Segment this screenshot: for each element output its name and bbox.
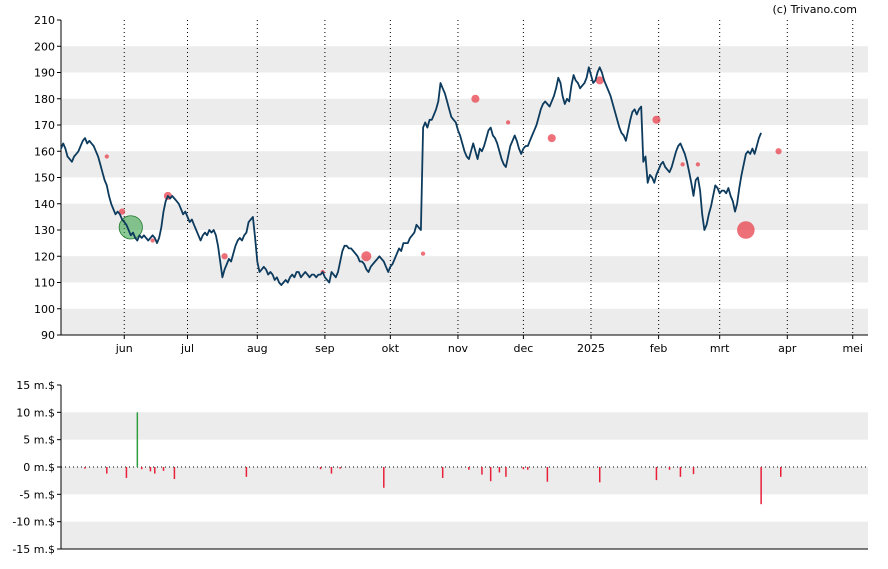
volume-grid-bands <box>61 412 868 549</box>
price-band <box>61 98 868 125</box>
price-band <box>61 308 868 335</box>
volume-bar-negative <box>655 467 658 481</box>
sell-marker <box>695 162 701 167</box>
sell-marker <box>150 238 155 243</box>
price-x-tick-label: sep <box>315 342 334 355</box>
sell-marker <box>547 134 556 143</box>
price-x-tick-label: mei <box>842 342 863 355</box>
sell-marker <box>471 94 480 103</box>
volume-bar-negative <box>441 467 444 478</box>
price-x-axis: jun jul aug sep okt nov dec 2025 feb mrt apr mei <box>115 335 863 355</box>
volume-y-tick-label: -5 m.$ <box>19 488 55 501</box>
volume-y-tick-label: -10 m.$ <box>12 516 55 529</box>
volume-bar-negative <box>162 467 165 471</box>
volume-bar-negative <box>598 467 601 483</box>
volume-bar-negative <box>149 467 152 472</box>
volume-bar-negative <box>106 467 108 474</box>
price-x-tick-label: 2025 <box>577 342 605 355</box>
sell-marker <box>361 251 372 262</box>
volume-bar-negative <box>383 467 385 488</box>
volume-bar-negative <box>668 467 671 470</box>
sell-marker <box>420 251 426 256</box>
price-grid-bands <box>61 46 868 335</box>
price-y-tick-label: 150 <box>34 172 55 185</box>
price-x-tick-label: feb <box>650 342 668 355</box>
volume-bar-positive <box>136 412 139 467</box>
sell-marker <box>221 253 228 260</box>
volume-y-tick-label: -15 m.$ <box>12 543 55 556</box>
volume-bar-negative <box>84 467 86 469</box>
volume-bar-negative <box>527 467 529 470</box>
volume-y-axis: 15 m.$ 10 m.$ 5 m.$ 0 m.$ -5 m.$ -10 m.$ -15 m… <box>12 379 61 556</box>
volume-bar-negative <box>780 467 782 477</box>
volume-y-tick-label: 5 m.$ <box>23 434 55 447</box>
price-y-tick-label: 100 <box>34 303 55 316</box>
volume-band <box>61 412 868 440</box>
volume-bar-negative <box>505 467 507 477</box>
volume-y-tick-label: 15 m.$ <box>16 379 55 392</box>
volume-bar-negative <box>125 467 128 478</box>
volume-bar-negative <box>481 467 483 475</box>
price-band <box>61 151 868 178</box>
sell-marker <box>775 148 782 155</box>
chart-canvas: 90 100 110 120 130 140 150 160 170 180 190 200 210 j… <box>12 3 868 556</box>
volume-bar-negative <box>245 467 248 477</box>
price-y-tick-label: 130 <box>34 224 55 237</box>
volume-bar-negative <box>319 467 322 470</box>
volume-bar-negative <box>140 467 143 470</box>
volume-bar-negative <box>522 467 525 470</box>
volume-bar-negative <box>679 467 682 477</box>
price-y-tick-label: 110 <box>34 277 55 290</box>
price-y-tick-label: 200 <box>34 40 55 53</box>
price-x-tick-label: okt <box>382 342 400 355</box>
volume-band <box>61 467 868 495</box>
volume-bar-negative <box>546 467 549 482</box>
price-x-tick-label: jul <box>180 342 194 355</box>
volume-y-tick-label: 0 m.$ <box>23 461 55 474</box>
price-y-tick-label: 90 <box>41 329 55 342</box>
price-y-tick-label: 170 <box>34 119 55 132</box>
volume-bar-negative <box>173 467 176 480</box>
volume-bar-negative <box>154 467 156 474</box>
volume-bar-negative <box>692 467 695 475</box>
price-y-tick-label: 210 <box>34 14 55 27</box>
price-x-tick-label: aug <box>247 342 268 355</box>
sell-marker <box>104 154 109 159</box>
volume-bar-negative <box>489 467 492 482</box>
sell-marker <box>680 162 685 167</box>
sell-marker <box>737 221 755 239</box>
price-y-tick-label: 140 <box>34 198 55 211</box>
price-y-tick-label: 180 <box>34 93 55 106</box>
sell-marker <box>505 120 511 125</box>
price-x-tick-label: nov <box>448 342 469 355</box>
price-y-axis: 90 100 110 120 130 140 150 160 170 180 190 200 210 <box>34 14 61 342</box>
price-band <box>61 46 868 73</box>
price-y-tick-label: 160 <box>34 145 55 158</box>
volume-bar-negative <box>468 467 470 470</box>
price-x-tick-label: jun <box>115 342 133 355</box>
volume-y-tick-label: 10 m.$ <box>16 406 55 419</box>
price-y-tick-label: 190 <box>34 67 55 80</box>
copyright-label: (c) Trivano.com <box>772 3 857 16</box>
sell-marker <box>652 115 661 124</box>
volume-bar-negative <box>330 467 333 474</box>
price-x-tick-label: dec <box>513 342 533 355</box>
price-x-tick-label: apr <box>778 342 797 355</box>
stock-chart: 90 100 110 120 130 140 150 160 170 180 190 200 210 j… <box>0 0 888 565</box>
volume-band <box>61 521 868 549</box>
price-y-tick-label: 120 <box>34 250 55 263</box>
price-band <box>61 256 868 283</box>
volume-bar-negative <box>760 467 762 505</box>
volume-bar-negative <box>339 467 341 469</box>
price-x-tick-label: mrt <box>710 342 730 355</box>
volume-bar-negative <box>498 467 501 473</box>
